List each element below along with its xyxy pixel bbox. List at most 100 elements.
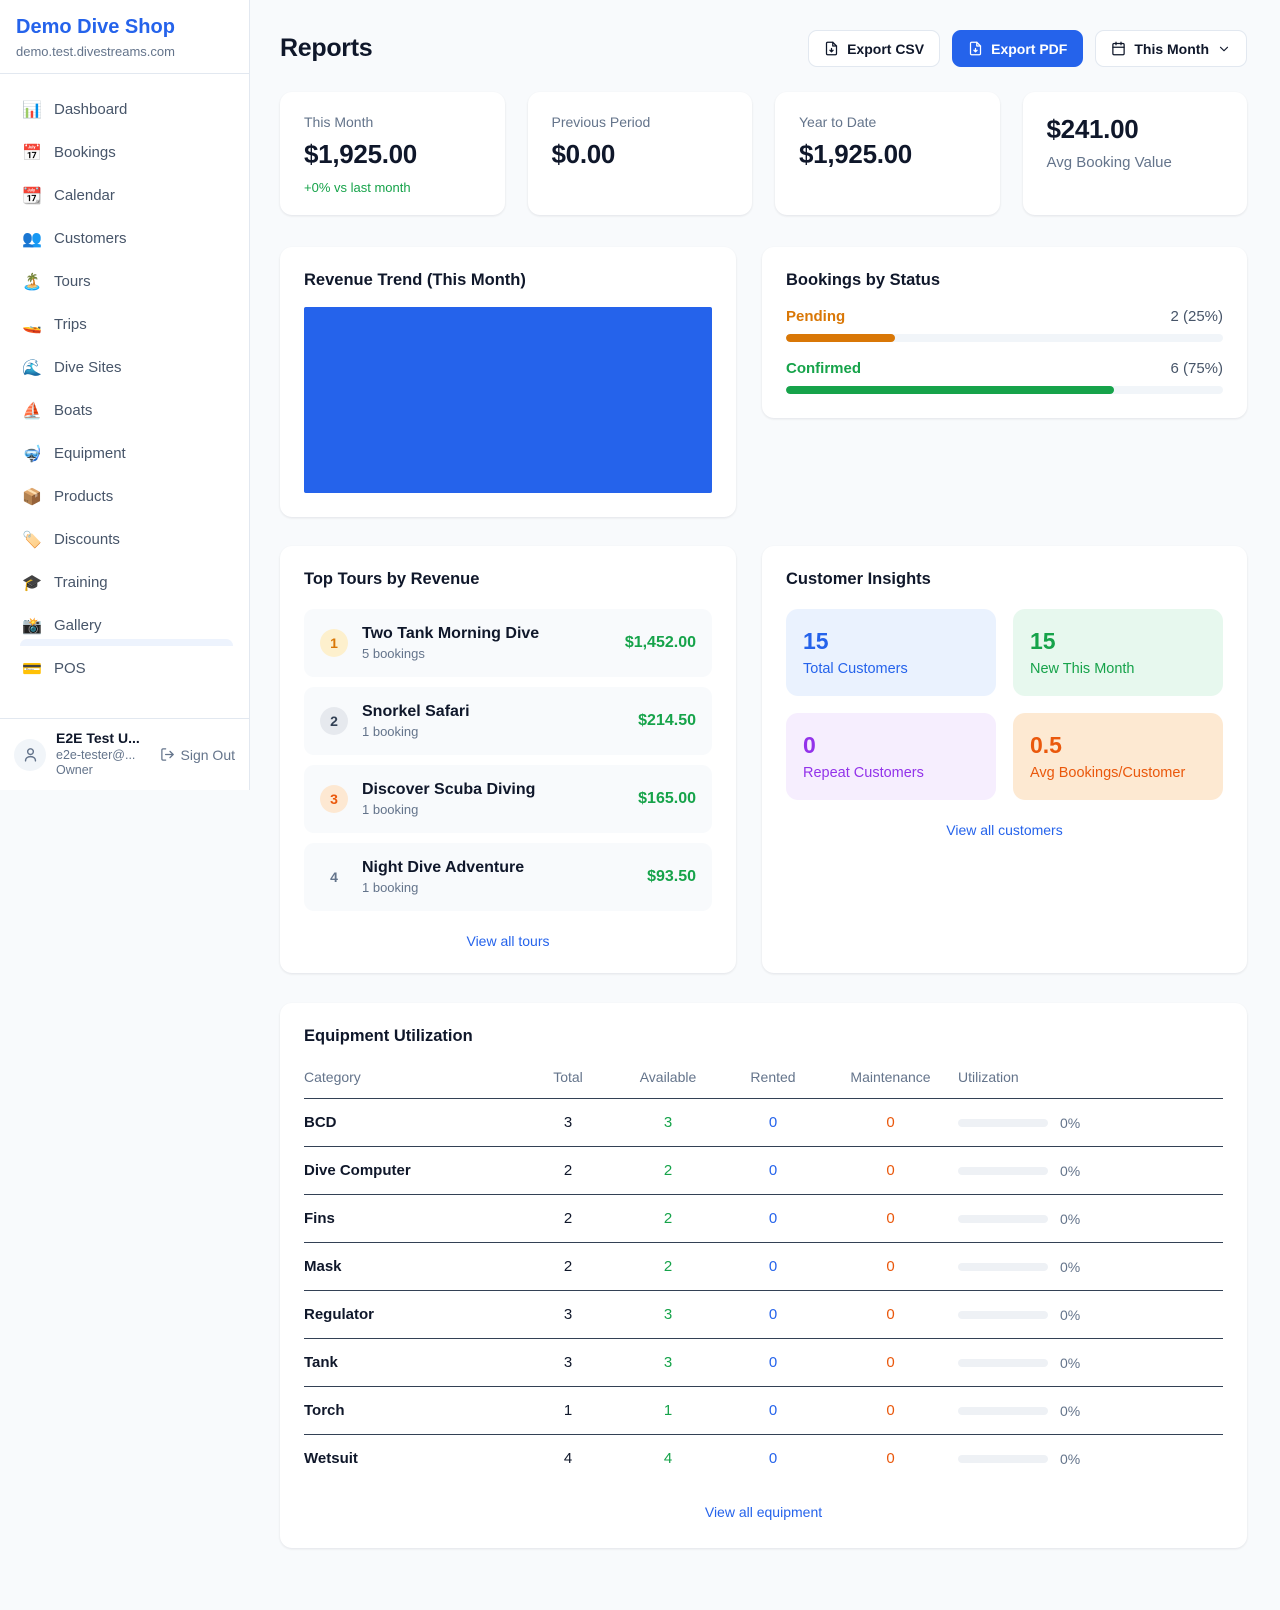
table-row: Torch11000% — [304, 1387, 1223, 1435]
equipment-available: 2 — [613, 1243, 723, 1291]
equipment-rented: 0 — [723, 1435, 823, 1483]
tour-row: 3Discover Scuba Diving1 booking$165.00 — [304, 765, 712, 833]
tour-info: Two Tank Morning Dive5 bookings — [362, 625, 611, 661]
status-row: Confirmed 6 (75%) — [786, 360, 1223, 394]
sidebar-item-tours[interactable]: 🏝️Tours — [12, 260, 237, 303]
sidebar-item-discounts[interactable]: 🏷️Discounts — [12, 518, 237, 561]
sidebar-item-label: POS — [54, 660, 86, 677]
training-icon: 🎓 — [22, 573, 42, 593]
sidebar-item-pos[interactable]: 💳POS — [12, 647, 237, 690]
equipment-total: 3 — [523, 1339, 613, 1387]
sidebar-item-label: Customers — [54, 230, 127, 247]
status-progress-track — [786, 334, 1223, 342]
table-row: Wetsuit44000% — [304, 1435, 1223, 1483]
stat-card-year-to-date: Year to Date $1,925.00 — [775, 92, 1000, 215]
status-label: Pending — [786, 308, 845, 325]
chevron-down-icon — [1217, 42, 1231, 56]
sidebar-item-label: Training — [54, 574, 108, 591]
utilization-percent: 0% — [1060, 1163, 1080, 1179]
sidebar-item-customers[interactable]: 👥Customers — [12, 217, 237, 260]
file-download-icon — [968, 41, 983, 56]
equipment-total: 3 — [523, 1291, 613, 1339]
equipment-rented: 0 — [723, 1099, 823, 1147]
utilization-track — [958, 1263, 1048, 1271]
export-csv-label: Export CSV — [847, 41, 924, 57]
utilization-track — [958, 1455, 1048, 1463]
column-header: Category — [304, 1060, 523, 1099]
stat-value: $1,925.00 — [304, 139, 481, 170]
bookings-by-status-title: Bookings by Status — [786, 271, 1223, 290]
boats-icon: ⛵ — [22, 401, 42, 421]
status-label: Confirmed — [786, 360, 861, 377]
equipment-rented: 0 — [723, 1339, 823, 1387]
sidebar-item-calendar[interactable]: 📆Calendar — [12, 174, 237, 217]
status-row-header: Confirmed 6 (75%) — [786, 360, 1223, 377]
equipment-category: Fins — [304, 1195, 523, 1243]
status-progress-track — [786, 386, 1223, 394]
user-meta: E2E Test U... e2e-tester@... Owner — [56, 730, 150, 779]
tour-info: Discover Scuba Diving1 booking — [362, 781, 624, 817]
stat-card-this-month: This Month $1,925.00 +0% vs last month — [280, 92, 505, 215]
insight-tiles: 15Total Customers15New This Month0Repeat… — [786, 609, 1223, 800]
insight-tile: 0.5Avg Bookings/Customer — [1013, 713, 1223, 800]
utilization-track — [958, 1215, 1048, 1223]
tour-rank-badge: 3 — [320, 785, 348, 813]
dive-sites-icon: 🌊 — [22, 358, 42, 378]
sidebar-item-products[interactable]: 📦 Products — [12, 475, 237, 518]
period-label: This Month — [1134, 41, 1209, 57]
stat-value: $1,925.00 — [799, 139, 976, 170]
view-all-equipment-link[interactable]: View all equipment — [304, 1504, 1223, 1520]
column-header: Total — [523, 1060, 613, 1099]
period-select[interactable]: This Month — [1095, 30, 1247, 67]
sidebar-item-label: Trips — [54, 316, 87, 333]
stat-cards-row: This Month $1,925.00 +0% vs last month P… — [280, 92, 1247, 215]
equipment-maintenance: 0 — [823, 1099, 958, 1147]
export-pdf-button[interactable]: Export PDF — [952, 30, 1083, 67]
sidebar-item-dashboard[interactable]: 📊Dashboard — [12, 88, 237, 131]
view-all-customers-link[interactable]: View all customers — [786, 822, 1223, 838]
equipment-utilization-cell: 0% — [958, 1099, 1223, 1147]
sidebar-item-label: Products — [54, 488, 113, 505]
sidebar-item-label: Discounts — [54, 531, 120, 548]
utilization-percent: 0% — [1060, 1115, 1080, 1131]
sidebar-user-footer: E2E Test U... e2e-tester@... Owner Sign … — [0, 718, 249, 790]
sidebar-item-bookings[interactable]: 📅Bookings — [12, 131, 237, 174]
table-row: Tank33000% — [304, 1339, 1223, 1387]
sidebar-item-active-partial[interactable] — [20, 639, 233, 646]
main-content: Reports Export CSV Export PDF — [250, 0, 1280, 1548]
equipment-category: Tank — [304, 1339, 523, 1387]
equipment-utilization-cell: 0% — [958, 1291, 1223, 1339]
table-row: Regulator33000% — [304, 1291, 1223, 1339]
sign-out-button[interactable]: Sign Out — [160, 747, 235, 763]
sidebar-item-boats[interactable]: ⛵Boats — [12, 389, 237, 432]
stat-label: Year to Date — [799, 114, 976, 130]
stat-label: Previous Period — [552, 114, 729, 130]
sign-out-label: Sign Out — [181, 747, 235, 763]
equipment-table-header: CategoryTotalAvailableRentedMaintenanceU… — [304, 1060, 1223, 1099]
stat-card-previous-period: Previous Period $0.00 — [528, 92, 753, 215]
equipment-total: 4 — [523, 1435, 613, 1483]
sidebar-item-equipment[interactable]: 🤿Equipment — [12, 432, 237, 475]
user-role: Owner — [56, 763, 150, 779]
equipment-rented: 0 — [723, 1387, 823, 1435]
sidebar-header: Demo Dive Shop demo.test.divestreams.com — [0, 0, 249, 74]
sidebar-item-trips[interactable]: 🚤Trips — [12, 303, 237, 346]
column-header: Rented — [723, 1060, 823, 1099]
view-all-tours-link[interactable]: View all tours — [304, 933, 712, 949]
equipment-maintenance: 0 — [823, 1195, 958, 1243]
equipment-utilization-cell: 0% — [958, 1243, 1223, 1291]
tour-rank-badge: 2 — [320, 707, 348, 735]
tour-row: 1Two Tank Morning Dive5 bookings$1,452.0… — [304, 609, 712, 677]
equipment-available: 3 — [613, 1099, 723, 1147]
sidebar-item-dive-sites[interactable]: 🌊Dive Sites — [12, 346, 237, 389]
status-count: 6 (75%) — [1170, 360, 1223, 377]
products-icon: 📦 — [22, 487, 42, 507]
customer-insights-card: Customer Insights 15Total Customers15New… — [762, 546, 1247, 973]
equipment-category: Mask — [304, 1243, 523, 1291]
tour-revenue: $93.50 — [647, 868, 696, 886]
sidebar-item-training[interactable]: 🎓 Training — [12, 561, 237, 604]
utilization-percent: 0% — [1060, 1451, 1080, 1467]
export-csv-button[interactable]: Export CSV — [808, 30, 940, 67]
table-row: Mask22000% — [304, 1243, 1223, 1291]
dashboard-icon: 📊 — [22, 100, 42, 120]
